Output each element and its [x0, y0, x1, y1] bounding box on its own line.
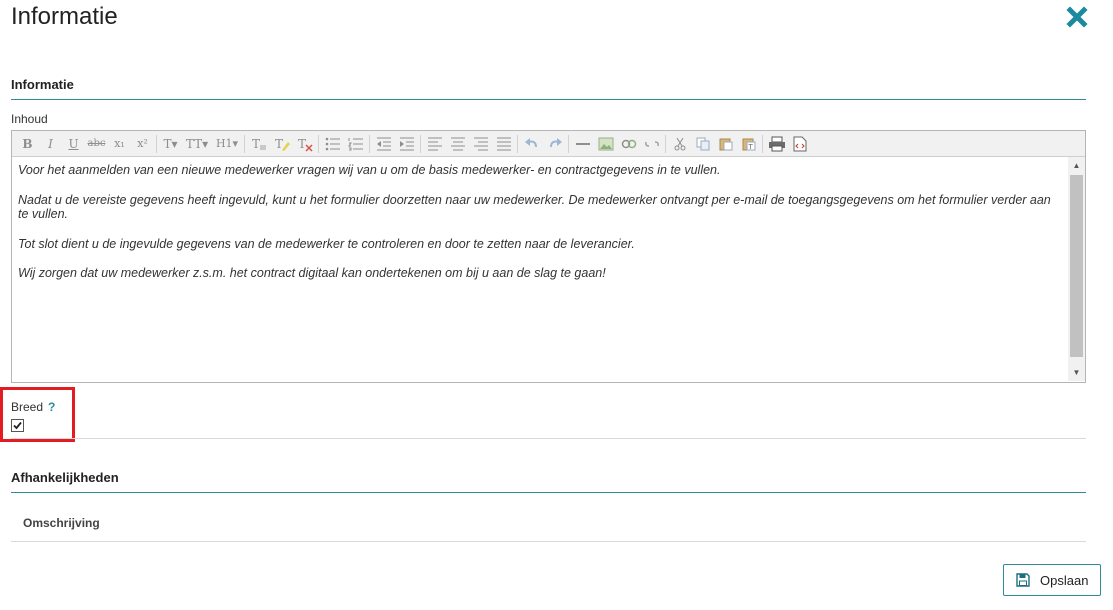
outdent-button[interactable]	[372, 134, 395, 154]
highlighter-icon: T	[275, 137, 290, 151]
bulleted-list-icon	[325, 137, 340, 150]
remove-format-icon: T	[298, 137, 313, 152]
unlink-button[interactable]	[640, 134, 663, 154]
editor-toolbar: B I U abc x₁ x² T▾ TT▾ H1▾ T T T T	[12, 131, 1085, 157]
toolbar-separator	[762, 134, 763, 153]
scroll-up-arrow-icon[interactable]: ▲	[1068, 157, 1085, 174]
printer-icon	[768, 136, 785, 151]
toolbar-separator	[517, 134, 518, 153]
breed-field: Breed?	[11, 400, 55, 414]
breed-label: Breed	[11, 400, 44, 414]
unlink-icon	[644, 140, 659, 147]
remove-format-button[interactable]: T	[293, 134, 316, 154]
toolbar-separator	[369, 134, 370, 153]
paste-icon	[719, 138, 732, 150]
insert-image-button[interactable]	[594, 134, 617, 154]
toolbar-separator	[156, 134, 157, 153]
save-button-label: Opslaan	[1040, 572, 1089, 588]
paste-text-icon: T	[742, 138, 755, 151]
highlight-button[interactable]: T	[270, 134, 293, 154]
toolbar-separator	[318, 134, 319, 153]
editor-paragraph: Voor het aanmelden van een nieuwe medewe…	[18, 163, 721, 177]
align-left-button[interactable]	[423, 134, 446, 154]
insert-link-button[interactable]	[617, 134, 640, 154]
image-icon	[598, 137, 613, 150]
close-icon	[1066, 6, 1088, 28]
align-right-icon	[473, 137, 488, 150]
divider	[11, 541, 1086, 542]
align-center-button[interactable]	[446, 134, 469, 154]
svg-text:T: T	[747, 143, 753, 151]
save-button[interactable]: Opslaan	[1003, 564, 1101, 596]
font-size-dropdown[interactable]: T▾	[159, 134, 182, 154]
heading-dropdown[interactable]: H1▾	[212, 134, 242, 154]
strikethrough-button[interactable]: abc	[85, 134, 108, 154]
toolbar-separator	[244, 134, 245, 153]
copy-button[interactable]	[691, 134, 714, 154]
print-button[interactable]	[765, 134, 788, 154]
underline-button[interactable]: U	[62, 134, 85, 154]
svg-text:T: T	[275, 137, 283, 151]
link-icon	[621, 139, 636, 148]
undo-icon	[524, 137, 537, 147]
numbered-list-icon	[347, 137, 363, 150]
scrollbar-thumb[interactable]	[1070, 175, 1083, 357]
section-title-informatie: Informatie	[11, 77, 1086, 100]
numbered-list-button[interactable]	[344, 134, 367, 154]
editor-paragraph: Nadat u de vereiste gegevens heeft ingev…	[18, 192, 1051, 222]
copy-icon	[696, 137, 709, 150]
svg-text:T: T	[252, 137, 260, 151]
undo-button[interactable]	[520, 134, 543, 154]
scissors-icon	[674, 137, 685, 150]
source-code-icon	[793, 136, 806, 151]
section-title-afhankelijkheden: Afhankelijkheden	[11, 470, 1086, 493]
paste-text-button[interactable]: T	[737, 134, 760, 154]
align-left-icon	[427, 137, 442, 150]
italic-button[interactable]: I	[39, 134, 62, 154]
cut-button[interactable]	[668, 134, 691, 154]
subscript-button[interactable]: x₁	[108, 134, 131, 154]
clear-format-button[interactable]: T	[247, 134, 270, 154]
close-button[interactable]	[1066, 6, 1088, 28]
bold-button[interactable]: B	[16, 134, 39, 154]
text-format-icon: T	[252, 137, 266, 151]
horizontal-rule-icon	[575, 142, 590, 145]
floppy-disk-icon	[1016, 573, 1030, 587]
rich-text-editor: B I U abc x₁ x² T▾ TT▾ H1▾ T T T T Voor …	[11, 130, 1086, 383]
align-justify-icon	[496, 137, 511, 150]
align-center-icon	[450, 137, 465, 150]
redo-icon	[549, 137, 562, 147]
superscript-button[interactable]: x²	[131, 134, 154, 154]
editor-scrollbar[interactable]: ▲ ▼	[1068, 157, 1085, 381]
editor-paragraph: Wij zorgen dat uw medewerker z.s.m. het …	[18, 266, 606, 280]
column-header-omschrijving: Omschrijving	[23, 516, 100, 530]
toolbar-separator	[420, 134, 421, 153]
indent-button[interactable]	[395, 134, 418, 154]
toolbar-separator	[665, 134, 666, 153]
svg-text:T: T	[298, 137, 306, 151]
inhoud-label: Inhoud	[11, 112, 48, 126]
modal-title: Informatie	[11, 3, 118, 30]
toolbar-separator	[568, 134, 569, 153]
help-icon[interactable]: ?	[48, 400, 55, 414]
align-justify-button[interactable]	[492, 134, 515, 154]
indent-icon	[399, 137, 414, 150]
breed-checkbox[interactable]	[11, 419, 24, 432]
font-family-dropdown[interactable]: TT▾	[182, 134, 212, 154]
source-code-button[interactable]	[788, 134, 811, 154]
align-right-button[interactable]	[469, 134, 492, 154]
editor-paragraph: Tot slot dient u de ingevulde gegevens v…	[18, 236, 635, 251]
editor-content[interactable]: Voor het aanmelden van een nieuwe medewe…	[12, 157, 1067, 381]
bulleted-list-button[interactable]	[321, 134, 344, 154]
divider	[11, 438, 1086, 439]
breed-highlight-box	[0, 387, 75, 442]
redo-button[interactable]	[543, 134, 566, 154]
horizontal-rule-button[interactable]	[571, 134, 594, 154]
scroll-down-arrow-icon[interactable]: ▼	[1068, 364, 1085, 381]
checkmark-icon	[13, 421, 22, 430]
paste-button[interactable]	[714, 134, 737, 154]
outdent-icon	[376, 137, 391, 150]
